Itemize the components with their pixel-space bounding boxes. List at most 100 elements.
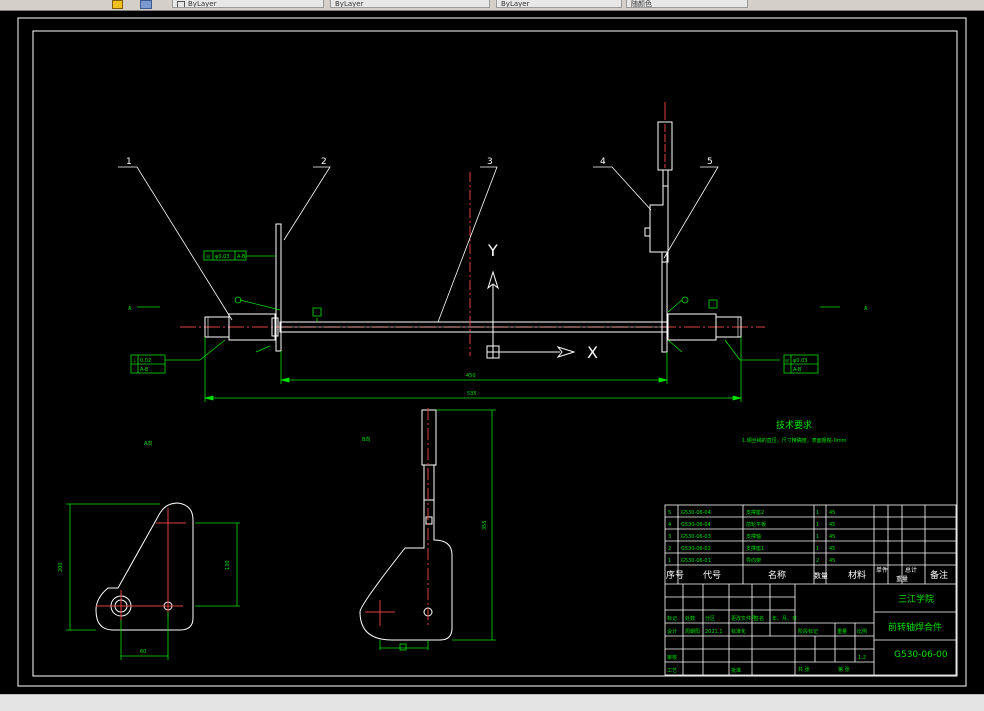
view-b-label: B向 <box>362 436 370 443</box>
layer-bulb-icon[interactable] <box>112 0 123 9</box>
svg-text:周朝阳: 周朝阳 <box>685 628 700 635</box>
plotstyle-dropdown[interactable]: 随颜色 <box>626 0 748 8</box>
svg-text:总计: 总计 <box>905 566 917 574</box>
svg-text:设计: 设计 <box>667 628 677 635</box>
dimensions <box>137 255 840 402</box>
svg-text:45: 45 <box>829 558 835 564</box>
svg-text:分区: 分区 <box>705 615 715 622</box>
main-assembly-view <box>180 102 765 356</box>
svg-text:比例: 比例 <box>857 628 867 635</box>
school-name: 三江学院 <box>898 593 934 605</box>
svg-text:1: 1 <box>668 558 671 564</box>
part-leaders <box>118 166 719 323</box>
svg-text:单件: 单件 <box>876 566 888 574</box>
view-marker-right: A <box>864 306 868 312</box>
svg-text:数量: 数量 <box>814 571 828 580</box>
dim-bracket-width: 60 <box>140 649 146 655</box>
linetype-icon <box>177 0 185 7</box>
svg-text:1:2: 1:2 <box>858 655 866 661</box>
svg-text:1: 1 <box>816 534 819 540</box>
svg-text:⊥: ⊥ <box>132 358 136 364</box>
svg-text:45: 45 <box>829 534 835 540</box>
leader-label-4: 4 <box>600 157 606 167</box>
fcf-right: ◎ φ0.03 A-B <box>783 354 819 374</box>
right-bracket-profile <box>649 186 669 263</box>
svg-text:φ0.03: φ0.03 <box>215 254 229 260</box>
svg-text:支撑座1: 支撑座1 <box>746 545 764 552</box>
color-dropdown[interactable]: ByLayer <box>496 0 622 8</box>
right-plate <box>661 251 668 353</box>
tech-requirements-title: 技术要求 <box>776 419 812 431</box>
linetype-dropdown[interactable]: ByLayer <box>172 0 324 8</box>
bom-no: 5 <box>668 510 671 516</box>
svg-text:◎: ◎ <box>785 358 790 364</box>
svg-text:材料: 材料 <box>848 569 866 581</box>
dim-inner-length: 450 <box>466 373 476 379</box>
svg-text:G530-06-02: G530-06-02 <box>681 546 711 552</box>
svg-text:更改文件号: 更改文件号 <box>731 615 756 622</box>
ucs-x-label: X <box>587 343 598 362</box>
svg-text:阶段标记: 阶段标记 <box>798 628 818 635</box>
svg-text:批准: 批准 <box>731 667 741 674</box>
svg-text:A-B: A-B <box>237 254 246 260</box>
svg-text:φ0.03: φ0.03 <box>793 358 807 364</box>
fcf-left-bottom: ⊥ 0.02 A-B <box>130 354 166 374</box>
part-name: 前转轴焊合件 <box>888 621 942 633</box>
svg-text:序号: 序号 <box>666 569 684 581</box>
ucs-icon <box>486 270 576 359</box>
svg-text:45: 45 <box>829 522 835 528</box>
svg-text:标记: 标记 <box>667 615 677 622</box>
svg-text:45: 45 <box>829 546 835 552</box>
drawing-number: G530-06-00 <box>894 650 948 660</box>
bom-code: G530-06-04 <box>681 510 711 516</box>
bom-qty: 1 <box>816 510 819 516</box>
svg-text:A-B: A-B <box>140 367 149 373</box>
view-marker-left: A <box>128 306 132 312</box>
drawing-canvas[interactable]: 1 2 3 4 5 Y X 450 535 ◎ φ0.03 A-B ⊥ 0.02… <box>0 10 984 694</box>
bom-header: 序号 代号 名称 数量 材料 单件 总计 重量 备注 <box>666 566 948 583</box>
svg-text:审核: 审核 <box>667 654 677 661</box>
svg-text:标准化: 标准化 <box>731 628 746 635</box>
svg-text:工艺: 工艺 <box>667 668 677 674</box>
tech-requirements-text: 1.钢丝绳的直径，尺寸精确度，表面粗糙-0mm <box>742 437 847 444</box>
svg-text:◎: ◎ <box>206 254 211 260</box>
fcf-left-top: ◎ φ0.03 A-B <box>203 250 247 261</box>
leader-label-2: 2 <box>321 157 327 167</box>
view-a-bracket <box>66 502 240 660</box>
bom-name: 支撑座2 <box>746 509 764 516</box>
dim-bracket-inner: 130 <box>225 560 231 570</box>
svg-text:0.02: 0.02 <box>140 358 151 364</box>
svg-text:G530-06-03: G530-06-03 <box>681 534 711 540</box>
svg-text:签名: 签名 <box>754 615 764 622</box>
svg-text:第 张: 第 张 <box>838 666 850 673</box>
svg-text:年、月、日: 年、月、日 <box>772 615 797 622</box>
dim-bar-height: 355 <box>482 520 488 530</box>
svg-text:处数: 处数 <box>685 615 695 622</box>
svg-text:导向架: 导向架 <box>746 557 761 564</box>
svg-text:1: 1 <box>816 546 819 552</box>
svg-text:1: 1 <box>816 522 819 528</box>
layer-state-icon[interactable] <box>140 0 152 9</box>
dim-overall-length: 535 <box>467 391 477 397</box>
svg-text:支撑轴: 支撑轴 <box>746 533 761 540</box>
lineweight-dropdown[interactable]: ByLayer <box>330 0 490 8</box>
svg-text:3: 3 <box>668 534 671 540</box>
svg-text:4: 4 <box>668 522 671 528</box>
bom-mat: 45 <box>829 510 835 516</box>
ucs-y-label: Y <box>487 241 498 260</box>
dim-bracket-height: 200 <box>58 562 64 572</box>
status-bar <box>0 694 984 711</box>
leader-label-3: 3 <box>487 157 493 167</box>
svg-text:2: 2 <box>668 546 671 552</box>
datum-box-right <box>708 299 718 309</box>
svg-text:名称: 名称 <box>768 569 786 581</box>
svg-text:2: 2 <box>816 558 819 564</box>
view-b-bracket <box>359 408 496 651</box>
title-block-fields: 标记 处数 分区 更改文件号 签名 年、月、日 设计 周朝阳 2021.1 标准… <box>667 615 867 674</box>
svg-text:G530-06-01: G530-06-01 <box>681 558 711 564</box>
svg-text:备注: 备注 <box>930 569 948 581</box>
svg-text:代号: 代号 <box>703 570 721 581</box>
svg-text:重量: 重量 <box>896 575 908 583</box>
leader-label-1: 1 <box>126 157 132 167</box>
svg-text:前轮平板: 前轮平板 <box>746 521 766 528</box>
